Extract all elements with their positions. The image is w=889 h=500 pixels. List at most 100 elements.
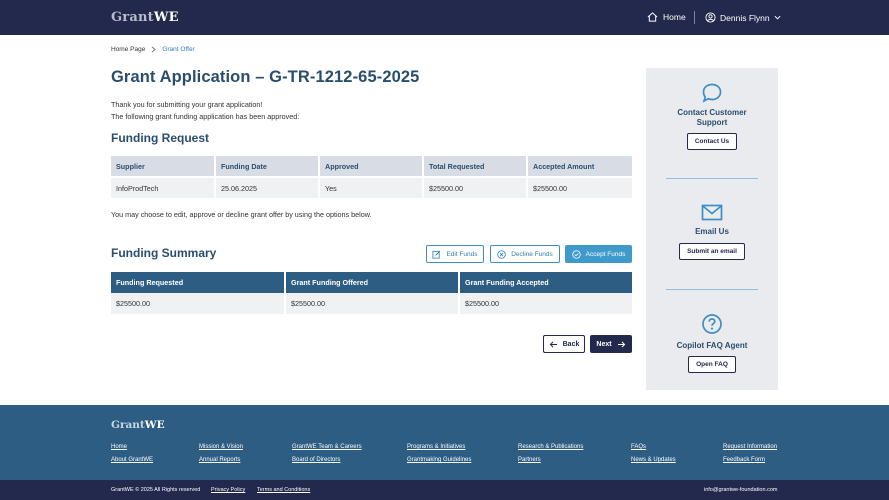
accept-funds-label: Accept Funds (585, 250, 626, 258)
funding-summary-table: Funding Requested Grant Funding Offered … (111, 272, 632, 314)
submit-email-button[interactable]: Submit an email (679, 243, 745, 260)
edit-icon (432, 250, 441, 259)
footer-link-annual-reports[interactable]: Annual Reports (199, 457, 240, 463)
footer-link-mission[interactable]: Mission & Vision (199, 444, 243, 450)
breadcrumb-current: Grant Offer (162, 46, 195, 53)
footer-link-feedback[interactable]: Feedback Form (723, 457, 765, 463)
chevron-right-icon (152, 46, 157, 53)
table-row: InfoProdTech 25.06.2025 Yes $25500.00 $2… (111, 176, 632, 198)
back-label: Back (562, 340, 580, 348)
table-cell: $25500.00 (111, 293, 286, 314)
footer-link-home[interactable]: Home (111, 444, 127, 450)
column-header: Approved (319, 156, 424, 177)
edit-funds-label: Edit Funds (446, 250, 478, 258)
decline-funds-label: Decline Funds (511, 250, 553, 258)
table-cell: InfoProdTech (111, 176, 216, 198)
arrow-left-icon (549, 341, 557, 347)
table-header-row: Funding Requested Grant Funding Offered … (111, 272, 632, 293)
column-header: Grant Funding Offered (285, 272, 460, 293)
table-cell: Yes (319, 176, 424, 198)
table-cell: 25.06.2025 (215, 176, 320, 198)
contact-support-title: Contact Customer Support (646, 108, 778, 128)
back-button[interactable]: Back (543, 335, 585, 353)
options-note: You may choose to edit, approve or decli… (111, 210, 372, 219)
decline-icon (497, 249, 506, 259)
arrow-right-icon (617, 341, 625, 347)
page-title: Grant Application – G-TR-1212-65-2025 (111, 68, 420, 86)
privacy-policy-link[interactable]: Privacy Policy (211, 487, 245, 493)
contact-us-button[interactable]: Contact Us (686, 133, 738, 150)
accept-funds-button[interactable]: Accept Funds (565, 245, 632, 263)
help-sidebar: Contact Customer Support Contact Us Emai… (646, 68, 778, 390)
contact-title-line-1: Contact Customer (677, 108, 747, 117)
contact-title-line-2: Support (696, 118, 728, 127)
footer-link-news[interactable]: News & Updates (631, 457, 676, 463)
footer-logo-we: WE (144, 419, 165, 431)
decline-funds-button[interactable]: Decline Funds (490, 245, 560, 263)
intro-line-1: Thank you for submitting your grant appl… (111, 100, 263, 109)
faq-card: Copilot FAQ Agent Open FAQ (646, 313, 778, 373)
chevron-down-icon (774, 15, 781, 20)
funding-summary-heading: Funding Summary (111, 246, 217, 260)
footer-link-partners[interactable]: Partners (518, 457, 541, 463)
footer-bottom-bar: GrantWE © 2025 All Rights reserved Priva… (0, 480, 889, 500)
table-cell: $25500.00 (285, 293, 460, 314)
column-header: Total Requested (423, 156, 528, 177)
footer-link-faqs[interactable]: FAQs (631, 444, 646, 450)
table-cell: $25500.00 (459, 293, 632, 314)
column-header: Funding Date (215, 156, 320, 177)
table-row: $25500.00 $25500.00 $25500.00 (111, 293, 632, 314)
site-footer: GrantWE Home About GrantWE Mission & Vis… (0, 405, 889, 480)
column-header: Funding Requested (111, 272, 286, 293)
footer-link-board[interactable]: Board of Directors (292, 457, 340, 463)
home-icon (647, 12, 658, 22)
footer-link-guidelines[interactable]: Grantmaking Guidelines (407, 457, 471, 463)
next-label: Next (596, 340, 612, 348)
table-cell: $25500.00 (423, 176, 528, 198)
user-icon (705, 12, 716, 23)
column-header: Supplier (111, 156, 216, 177)
funding-request-heading: Funding Request (111, 131, 209, 145)
intro-line-2: The following grant funding application … (111, 111, 300, 121)
table-header-row: Supplier Funding Date Approved Total Req… (111, 156, 632, 177)
edit-funds-button[interactable]: Edit Funds (426, 245, 484, 263)
mail-icon (701, 204, 723, 221)
footer-link-programs[interactable]: Programs & Initiatives (407, 444, 465, 450)
table-cell: $25500.00 (527, 176, 632, 198)
footer-logo[interactable]: GrantWE (111, 419, 165, 431)
breadcrumb-home-link[interactable]: Home Page (111, 46, 145, 53)
footer-logo-grant: Grant (111, 419, 145, 431)
column-header: Accepted Amount (527, 156, 632, 177)
sidebar-divider (666, 289, 758, 290)
column-header: Grant Funding Accepted (459, 272, 632, 293)
user-menu[interactable]: Dennis Flynn (705, 12, 781, 23)
footer-link-team[interactable]: GrantWE Team & Careers (292, 444, 362, 450)
user-name: Dennis Flynn (720, 12, 770, 23)
logo-we-text: WE (153, 10, 179, 25)
footer-link-about[interactable]: About GrantWE (111, 457, 153, 463)
email-card: Email Us Submit an email (646, 204, 778, 260)
logo-grant-text: Grant (111, 10, 154, 25)
check-circle-icon (571, 249, 581, 259)
breadcrumb: Home Page Grant Offer (111, 46, 195, 53)
terms-link[interactable]: Terms and Conditions (257, 487, 310, 493)
top-navigation-bar: GrantWE Home Dennis Flynn (0, 0, 889, 35)
copyright-text: GrantWE © 2025 All Rights reserved (111, 487, 201, 493)
nav-home-link[interactable]: Home (647, 12, 686, 22)
contact-support-card: Contact Customer Support Contact Us (646, 82, 778, 150)
email-title: Email Us (695, 227, 729, 236)
contact-email[interactable]: info@grantwe-foundation.com (704, 487, 777, 493)
open-faq-button[interactable]: Open FAQ (688, 356, 736, 373)
nav-home-label: Home (663, 12, 686, 22)
funding-request-table: Supplier Funding Date Approved Total Req… (111, 156, 632, 198)
sidebar-divider (666, 178, 758, 179)
faq-title: Copilot FAQ Agent (676, 341, 748, 350)
nav-divider (694, 11, 695, 24)
footer-link-request-info[interactable]: Request Information (723, 444, 777, 450)
next-button[interactable]: Next (590, 335, 632, 353)
help-icon (702, 314, 722, 334)
intro-text: Thank you for submitting your grant appl… (111, 99, 299, 122)
grantwe-logo[interactable]: GrantWE (111, 10, 179, 25)
chat-bubble-icon (702, 83, 722, 103)
footer-link-research[interactable]: Research & Publications (518, 444, 583, 450)
